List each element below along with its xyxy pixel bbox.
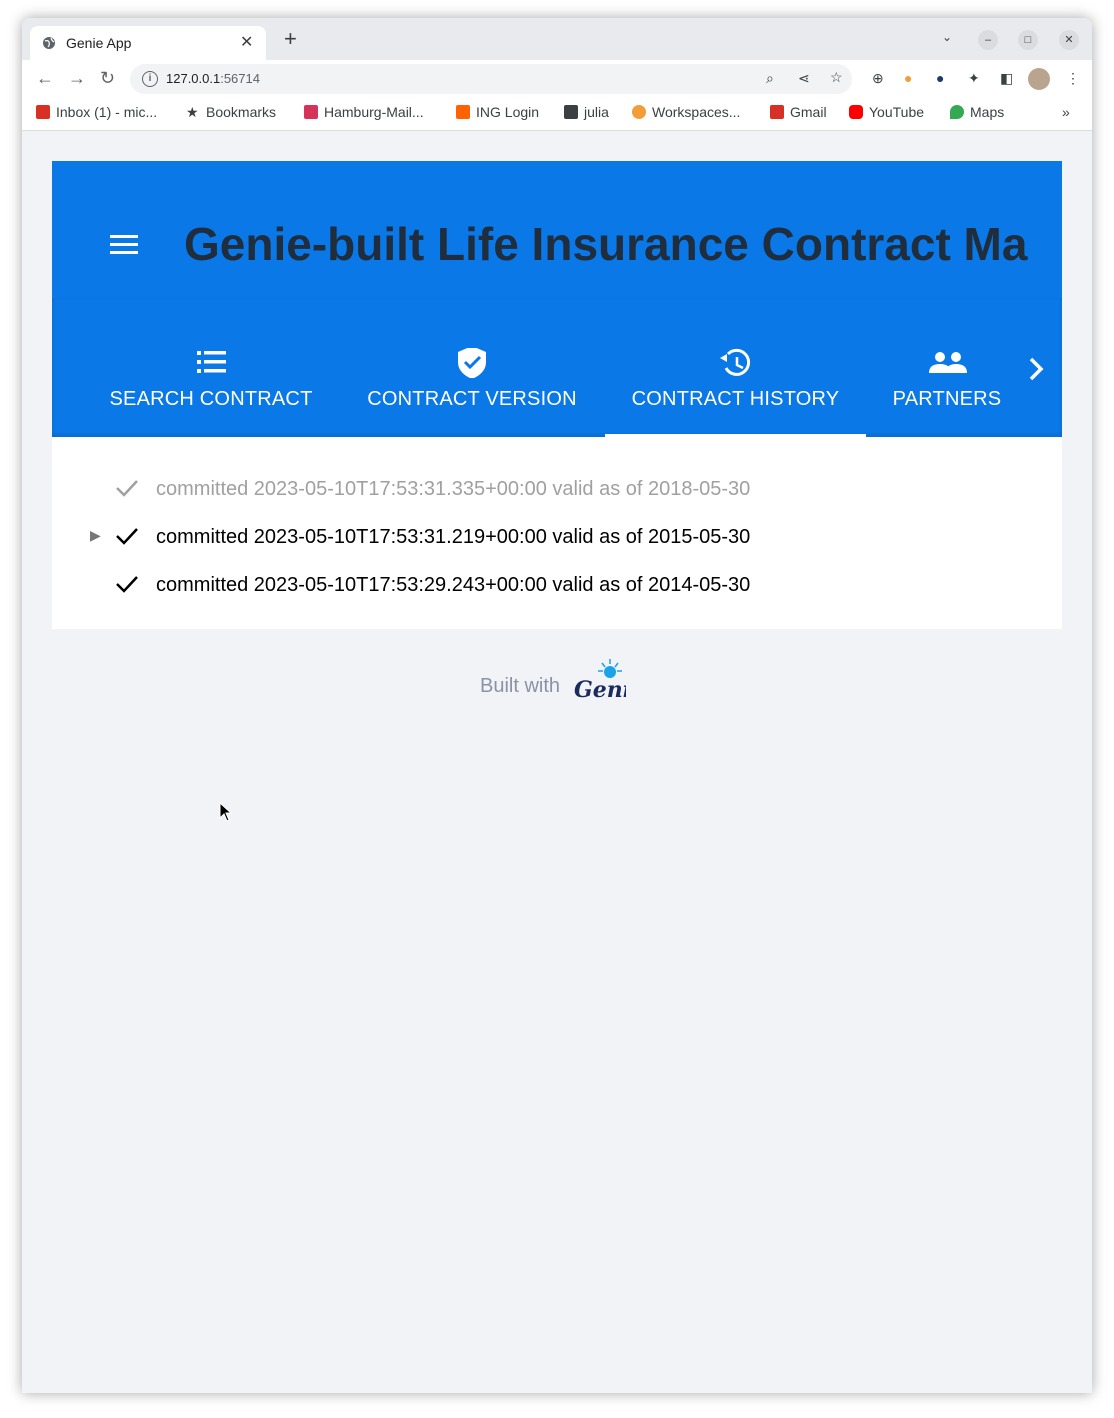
bookmark-item[interactable]: julia <box>564 104 609 120</box>
bookmark-star-icon[interactable]: ☆ <box>830 69 843 86</box>
menu-dots-icon[interactable]: ⋮ <box>1066 70 1080 87</box>
bookmark-item[interactable]: Inbox (1) - mic... <box>36 104 157 120</box>
check-icon <box>116 480 138 497</box>
browser-window: Genie App ✕ + ⌄ – □ ✕ ← → ↻ i 127.0.0.1:… <box>22 18 1092 1393</box>
tab-label: SEARCH CONTRACT <box>109 388 313 410</box>
genie-logo[interactable]: Genie <box>572 657 626 703</box>
tab-close-icon[interactable]: ✕ <box>240 32 253 52</box>
back-icon[interactable]: ← <box>36 68 54 89</box>
list-item[interactable]: committed 2023-05-10T17:53:31.335+00:00 … <box>52 464 1062 512</box>
bookmark-label: Bookmarks <box>206 104 277 120</box>
bookmark-item[interactable]: ★ Bookmarks <box>186 104 276 120</box>
extension-dark-icon[interactable]: ● <box>936 70 944 86</box>
bookmark-label: Maps <box>970 104 1005 120</box>
extension-g-icon[interactable]: ● <box>904 70 912 86</box>
tab-strip: Genie App ✕ + ⌄ – □ ✕ <box>22 18 1092 60</box>
reload-icon[interactable]: ↻ <box>100 68 115 89</box>
gmail-icon <box>770 105 784 119</box>
side-panel-icon[interactable]: ◧ <box>1000 70 1013 87</box>
check-icon <box>116 576 138 593</box>
bookmark-label: YouTube <box>869 104 925 120</box>
hamburger-menu-icon[interactable] <box>110 235 138 255</box>
tab-label: CONTRACT HISTORY <box>631 388 840 410</box>
browser-tab-active[interactable]: Genie App ✕ <box>30 26 266 60</box>
gmail-icon <box>36 105 50 119</box>
history-entry-text: committed 2023-05-10T17:53:29.243+00:00 … <box>156 574 751 596</box>
globe-icon <box>43 37 55 49</box>
address-bar[interactable]: i 127.0.0.1:56714 ⌕ ⋖ ☆ <box>130 64 852 94</box>
browser-toolbar: ← → ↻ i 127.0.0.1:56714 ⌕ ⋖ ☆ ⊕ ● ● ✦ ◧ … <box>22 60 1092 98</box>
maximize-icon[interactable]: □ <box>1018 30 1038 50</box>
bookmark-label: julia <box>584 104 609 120</box>
tab-contract-version[interactable]: CONTRACT VERSION <box>349 298 595 437</box>
bookmark-label: Inbox (1) - mic... <box>56 104 158 120</box>
history-list: committed 2023-05-10T17:53:31.335+00:00 … <box>52 437 1062 629</box>
forward-icon[interactable]: → <box>68 68 86 89</box>
star-icon: ★ <box>186 104 199 120</box>
tab-search-contract[interactable]: SEARCH CONTRACT <box>92 298 330 437</box>
youtube-icon <box>849 105 863 119</box>
built-with-text: Built with <box>480 675 561 697</box>
bookmark-item[interactable]: YouTube <box>849 104 924 120</box>
history-entry-text: committed 2023-05-10T17:53:31.335+00:00 … <box>156 478 751 500</box>
minimize-icon[interactable]: – <box>978 30 998 50</box>
app-header: Genie-built Life Insurance Contract Ma <box>52 161 1062 298</box>
people-icon <box>929 352 967 373</box>
verified-shield-icon <box>458 348 486 378</box>
check-icon <box>116 528 138 545</box>
bookmark-label: Hamburg-Mail... <box>324 104 424 120</box>
url-port: :56714 <box>220 71 260 86</box>
tab-label: CONTRACT VERSION <box>367 388 577 410</box>
close-window-icon[interactable]: ✕ <box>1059 30 1079 50</box>
url-text: 127.0.0.1:56714 <box>166 71 260 86</box>
chevron-right-icon[interactable] <box>1022 355 1050 383</box>
bookmark-label: ING Login <box>476 104 540 120</box>
tab-search-chevron-icon[interactable]: ⌄ <box>942 30 952 44</box>
tab-bar: SEARCH CONTRACT CONTRACT VERSION CONTRAC… <box>52 298 1062 437</box>
bookmark-item[interactable]: Hamburg-Mail... <box>304 104 424 120</box>
maps-pin-icon <box>950 105 964 119</box>
genie-logo-text: Genie <box>574 677 626 703</box>
bookmarks-overflow-icon[interactable]: » <box>1062 104 1070 120</box>
hamburg-mail-icon <box>304 105 318 119</box>
bookmark-item[interactable]: Gmail <box>770 104 827 120</box>
bookmark-label: Workspaces... <box>652 104 741 120</box>
workspaces-icon <box>632 105 646 119</box>
site-info-icon[interactable]: i <box>142 71 158 87</box>
url-host: 127.0.0.1 <box>166 71 221 86</box>
tab-label: PARTNERS <box>892 388 1002 410</box>
bookmark-item[interactable]: Workspaces... <box>632 104 740 120</box>
new-tab-button[interactable]: + <box>284 28 297 50</box>
zoom-icon[interactable]: ⌕ <box>766 70 774 87</box>
list-item[interactable]: committed 2023-05-10T17:53:29.243+00:00 … <box>52 560 1062 608</box>
list-icon <box>197 351 226 373</box>
ing-icon <box>456 105 470 119</box>
mouse-cursor-icon <box>219 802 233 822</box>
profile-avatar[interactable] <box>1028 68 1050 90</box>
page-viewport: Genie-built Life Insurance Contract Ma S… <box>22 131 1092 1393</box>
folder-icon <box>564 105 578 119</box>
bookmark-item[interactable]: Maps <box>950 104 1004 120</box>
history-entry-text: committed 2023-05-10T17:53:31.219+00:00 … <box>156 526 751 548</box>
extensions-puzzle-icon[interactable]: ✦ <box>968 70 980 87</box>
tab-partners[interactable]: PARTNERS <box>876 298 1018 437</box>
history-icon <box>720 348 751 376</box>
bookmark-item[interactable]: ING Login <box>456 104 539 120</box>
tab-title: Genie App <box>66 35 132 51</box>
bookmarks-bar: Inbox (1) - mic... ★ Bookmarks Hamburg-Ma… <box>22 98 1092 131</box>
list-item[interactable]: ▶ committed 2023-05-10T17:53:31.219+00:0… <box>52 512 1062 560</box>
page-title: Genie-built Life Insurance Contract Ma <box>184 218 1028 270</box>
bookmark-label: Gmail <box>790 104 827 120</box>
share-icon[interactable]: ⋖ <box>798 70 810 87</box>
extension-icon[interactable]: ⊕ <box>872 70 884 87</box>
expand-arrow-icon[interactable]: ▶ <box>90 527 101 544</box>
tab-contract-history[interactable]: CONTRACT HISTORY <box>605 298 866 437</box>
